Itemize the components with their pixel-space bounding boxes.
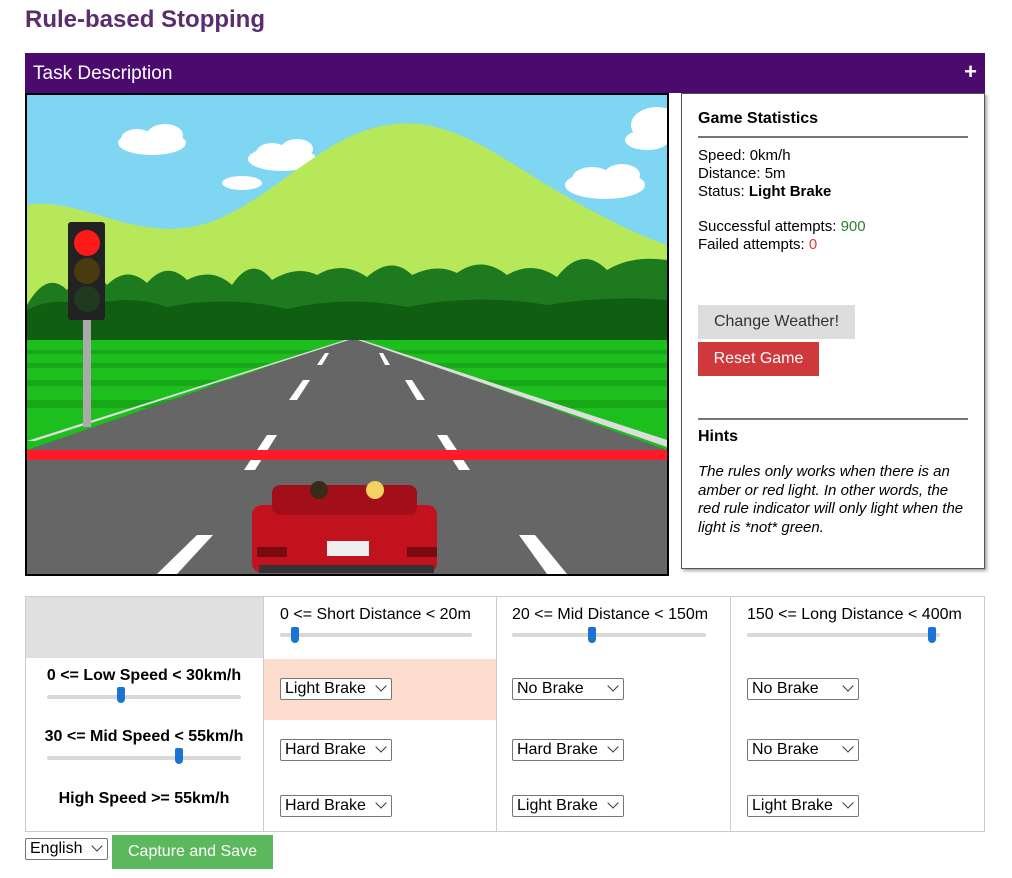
- chevron-down-icon: [375, 741, 387, 753]
- mid-speed-slider[interactable]: [47, 756, 241, 760]
- rule-select-value: No Brake: [752, 741, 819, 758]
- chevron-down-icon: [842, 741, 854, 753]
- chevron-down-icon: [607, 741, 619, 753]
- column-header-mid: 20 <= Mid Distance < 150m: [512, 606, 709, 623]
- rule-select-mid-mid[interactable]: Hard Brake: [512, 739, 624, 761]
- rule-select-mid-long[interactable]: No Brake: [747, 739, 859, 761]
- divider: [698, 136, 968, 138]
- chevron-down-icon: [607, 680, 619, 692]
- divider: [698, 418, 968, 420]
- language-value: English: [30, 840, 83, 857]
- hints-text: The rules only works when there is an am…: [698, 463, 964, 536]
- success-label: Successful attempts:: [698, 218, 837, 235]
- expand-icon[interactable]: +: [964, 59, 977, 85]
- chevron-down-icon: [842, 680, 854, 692]
- divider: [263, 597, 264, 831]
- rule-select-low-long[interactable]: No Brake: [747, 678, 859, 700]
- rule-select-high-long[interactable]: Light Brake: [747, 795, 859, 817]
- page-title: Rule-based Stopping: [25, 6, 265, 33]
- chevron-down-icon: [607, 797, 619, 809]
- car-icon: [252, 481, 437, 573]
- change-weather-button[interactable]: Change Weather!: [698, 305, 855, 339]
- chevron-down-icon: [91, 840, 103, 852]
- row-header-mid-speed: 30 <= Mid Speed < 55km/h: [44, 728, 244, 745]
- failed-attempts: Failed attempts: 0: [698, 236, 817, 254]
- status-value: Light Brake: [748, 183, 832, 200]
- status-label: Status:: [698, 183, 745, 200]
- rule-select-value: Light Brake: [752, 797, 833, 814]
- rule-select-value: Hard Brake: [285, 797, 366, 814]
- long-distance-slider-thumb[interactable]: [928, 627, 937, 643]
- successful-attempts: Successful attempts: 900: [698, 218, 866, 236]
- failed-value: 0: [808, 236, 818, 253]
- rule-select-low-mid[interactable]: No Brake: [512, 678, 624, 700]
- mid-distance-slider-thumb[interactable]: [587, 627, 596, 643]
- short-distance-slider[interactable]: [280, 633, 472, 637]
- capture-and-save-button[interactable]: Capture and Save: [112, 835, 273, 869]
- distance-readout: Distance: 5m: [698, 165, 786, 182]
- rule-select-value: Light Brake: [285, 680, 366, 697]
- rule-select-mid-short[interactable]: Hard Brake: [280, 739, 392, 761]
- rule-select-value: Light Brake: [517, 797, 598, 814]
- mid-distance-slider[interactable]: [512, 633, 706, 637]
- divider: [496, 597, 497, 831]
- long-distance-slider[interactable]: [747, 633, 940, 637]
- low-speed-slider-thumb[interactable]: [116, 687, 125, 703]
- rule-select-value: Hard Brake: [285, 741, 366, 758]
- rule-select-value: Hard Brake: [517, 741, 598, 758]
- stats-heading: Game Statistics: [698, 110, 819, 127]
- game-scene: [25, 93, 669, 576]
- row-header-low-speed: 0 <= Low Speed < 30km/h: [46, 667, 242, 684]
- rule-select-high-short[interactable]: Hard Brake: [280, 795, 392, 817]
- status-readout: Status: Light Brake: [698, 183, 831, 201]
- chevron-down-icon: [375, 680, 387, 692]
- mid-speed-slider-thumb[interactable]: [174, 748, 183, 764]
- divider: [730, 597, 731, 831]
- speed-readout: Speed: 0km/h: [698, 147, 791, 164]
- chevron-down-icon: [842, 797, 854, 809]
- reset-game-button[interactable]: Reset Game: [698, 342, 819, 376]
- hints-heading: Hints: [698, 428, 738, 445]
- rule-select-value: No Brake: [752, 680, 819, 697]
- rule-select-low-short[interactable]: Light Brake: [280, 678, 392, 700]
- success-value: 900: [840, 218, 866, 235]
- column-header-long: 150 <= Long Distance < 400m: [747, 606, 962, 623]
- rule-select-value: No Brake: [517, 680, 584, 697]
- task-description-bar[interactable]: Task Description +: [25, 53, 985, 93]
- language-select[interactable]: English: [25, 838, 108, 860]
- row-header-high-speed: High Speed >= 55km/h: [58, 790, 230, 807]
- column-header-short: 0 <= Short Distance < 20m: [280, 606, 471, 623]
- rules-grid: 0 <= Short Distance < 20m 20 <= Mid Dist…: [25, 596, 985, 832]
- low-speed-slider[interactable]: [47, 695, 241, 699]
- grid-corner: [26, 597, 263, 658]
- rule-select-high-mid[interactable]: Light Brake: [512, 795, 624, 817]
- failed-label: Failed attempts:: [698, 236, 805, 253]
- task-description-label: Task Description: [33, 63, 173, 84]
- short-distance-slider-thumb[interactable]: [291, 627, 300, 643]
- game-statistics-panel: Game Statistics Speed: 0km/h Distance: 5…: [681, 93, 985, 569]
- chevron-down-icon: [375, 797, 387, 809]
